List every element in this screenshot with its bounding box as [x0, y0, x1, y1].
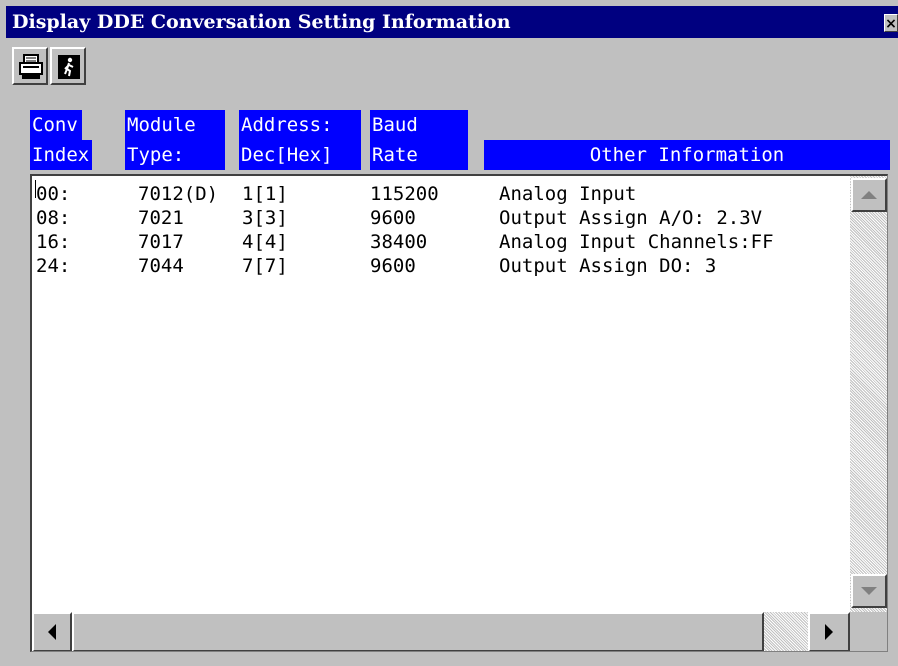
cell-address: 7[7] [242, 255, 288, 277]
vertical-scrollbar[interactable] [850, 176, 887, 612]
cell-address: 4[4] [242, 231, 288, 253]
scroll-up-button[interactable] [851, 178, 887, 212]
close-button[interactable]: × [884, 14, 898, 32]
cell-address: 3[3] [242, 207, 288, 229]
scroll-right-button[interactable] [808, 612, 850, 651]
header-line: Type: [125, 140, 225, 170]
print-button[interactable] [12, 47, 48, 85]
cell-baud: 9600 [370, 207, 416, 229]
window-title: Display DDE Conversation Setting Informa… [12, 11, 511, 33]
header-line: Conv [30, 110, 82, 140]
scroll-left-button[interactable] [32, 612, 72, 651]
header-line: Dec[Hex] [239, 140, 361, 170]
cell-info: Output Assign A/O: 2.3V [499, 207, 763, 229]
cell-module: 7012(D) [138, 183, 219, 205]
title-bar: Display DDE Conversation Setting Informa… [6, 6, 898, 38]
cell-module: 7021 [138, 207, 184, 229]
header-line: Index [30, 140, 92, 170]
arrow-left-icon [48, 624, 56, 640]
cell-index: 16: [36, 231, 71, 253]
horizontal-scroll-track[interactable] [764, 612, 808, 651]
close-icon: × [885, 16, 897, 32]
arrow-right-icon [825, 624, 833, 640]
column-header-other-information: Other Information [484, 140, 890, 170]
cell-baud: 38400 [370, 231, 428, 253]
arrow-up-icon [861, 191, 877, 199]
cell-baud: 9600 [370, 255, 416, 277]
cell-index: 00: [36, 183, 71, 205]
conversation-list[interactable]: 00: 7012(D) 1[1] 115200 Analog Input 08:… [30, 174, 888, 652]
header-line: Address: [239, 110, 361, 140]
cell-index: 24: [36, 255, 71, 277]
printer-icon [19, 54, 43, 79]
cell-info: Output Assign DO: 3 [499, 255, 717, 277]
cell-index: 08: [36, 207, 71, 229]
scroll-down-button[interactable] [851, 574, 887, 608]
cell-baud: 115200 [370, 183, 439, 205]
scrollbar-corner [850, 612, 887, 651]
cell-module: 7044 [138, 255, 184, 277]
exit-button[interactable] [50, 47, 86, 85]
header-line: Rate [370, 140, 468, 170]
arrow-down-icon [861, 587, 877, 595]
horizontal-scrollbar[interactable] [32, 612, 850, 651]
cell-info: Analog Input Channels:FF [499, 231, 774, 253]
horizontal-scroll-thumb[interactable] [72, 612, 764, 651]
cell-info: Analog Input [499, 183, 637, 205]
header-line: Baud [370, 110, 468, 140]
cell-address: 1[1] [242, 183, 288, 205]
exit-door-icon [58, 55, 80, 79]
header-line: Module [125, 110, 225, 140]
cell-module: 7017 [138, 231, 184, 253]
